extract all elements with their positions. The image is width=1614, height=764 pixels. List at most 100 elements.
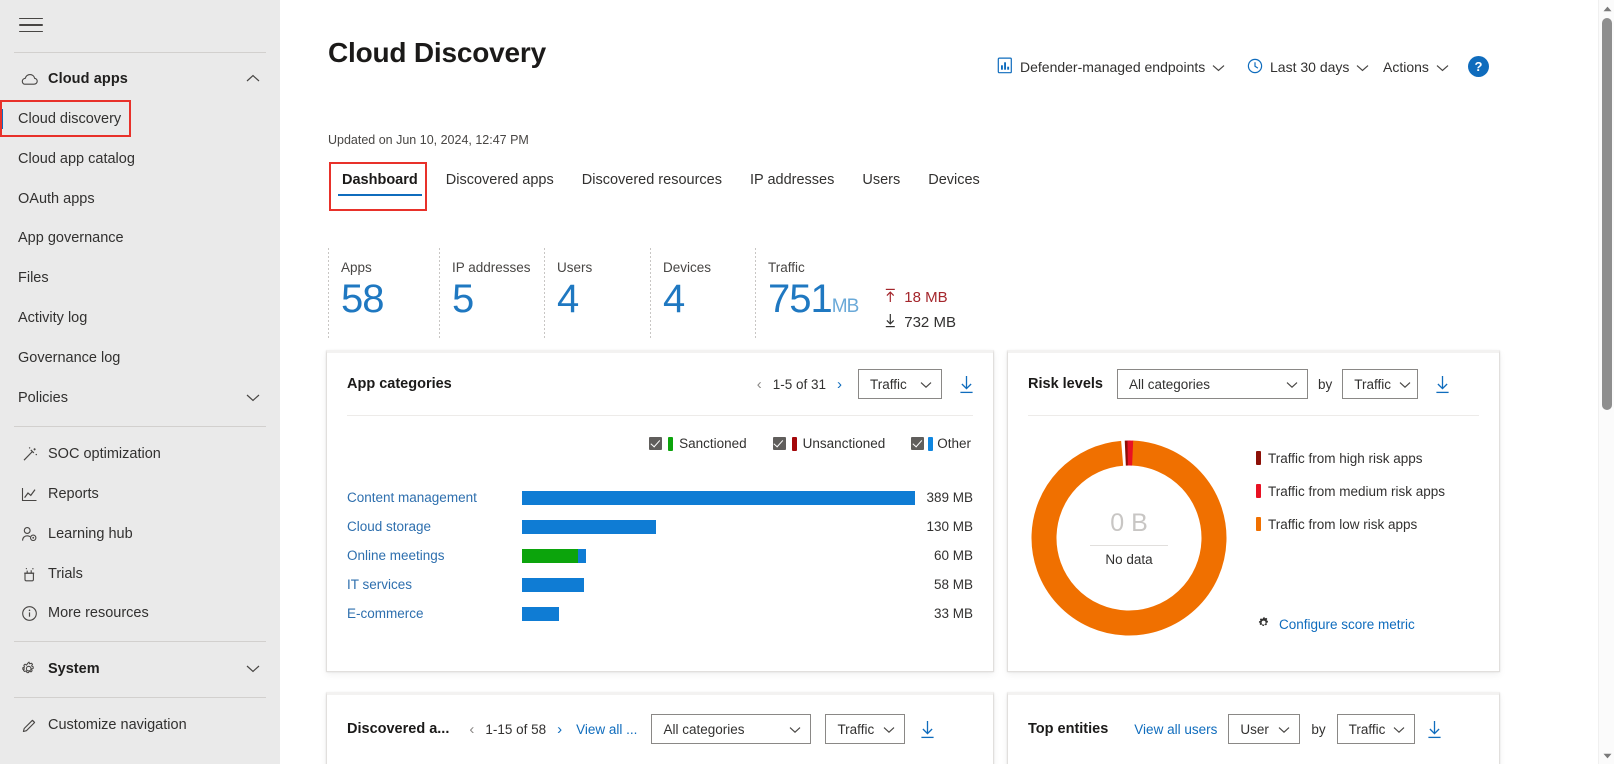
legend-label: Sanctioned <box>679 436 747 451</box>
sidebar-item-cloud-app-catalog[interactable]: Cloud app catalog <box>0 142 280 176</box>
bar-category-label[interactable]: IT services <box>347 577 522 592</box>
sidebar-item-policies[interactable]: Policies <box>0 381 280 415</box>
bar-category-label[interactable]: Content management <box>347 490 522 505</box>
sidebar-item-learning-hub[interactable]: Learning hub <box>0 517 280 551</box>
actions-button[interactable]: Actions <box>1383 54 1449 80</box>
bar-value-label: 389 MB <box>926 490 973 505</box>
tab-ip-addresses[interactable]: IP addresses <box>736 168 848 200</box>
top-entities-view-all-link[interactable]: View all users <box>1134 722 1217 737</box>
discovered-apps-metric-select[interactable]: Traffic <box>825 714 906 744</box>
main-content: Cloud Discovery Defender-managed endpoin… <box>280 0 1598 764</box>
traffic-breakdown: 18 MB 732 MB <box>884 248 956 338</box>
sidebar-divider <box>14 52 266 53</box>
legend-item-other[interactable]: Other <box>911 436 971 451</box>
bar-segment-other <box>578 548 586 563</box>
top-entities-download-button[interactable] <box>1426 720 1443 739</box>
kpi-value: 4 <box>557 277 579 321</box>
risk-levels-metric-select[interactable]: Traffic <box>1342 369 1419 399</box>
sidebar-item-reports[interactable]: Reports <box>0 477 280 511</box>
discovered-apps-download-button[interactable] <box>919 720 936 739</box>
sidebar-item-governance-log[interactable]: Governance log <box>0 341 280 375</box>
sidebar-item-label: Cloud discovery <box>18 111 122 127</box>
bar-category-label[interactable]: Cloud storage <box>347 519 522 534</box>
discovered-apps-pager: ‹ 1-15 of 58 › <box>469 722 562 737</box>
legend-label: Traffic from high risk apps <box>1268 451 1423 466</box>
legend-checkbox[interactable] <box>649 437 663 450</box>
hamburger-line <box>19 17 43 20</box>
kpi-apps: Apps 58 <box>341 248 439 338</box>
risk-levels-download-button[interactable] <box>1434 375 1451 394</box>
risk-levels-donut-chart[interactable]: 0 B No data <box>1024 433 1234 643</box>
menu-toggle-button[interactable] <box>14 10 48 40</box>
sidebar-item-label: OAuth apps <box>18 191 95 207</box>
card-title: Risk levels <box>1028 376 1103 392</box>
scroll-down-button[interactable] <box>1599 747 1614 764</box>
pager-next-button[interactable]: › <box>837 377 842 392</box>
discovered-apps-category-select[interactable]: All categories <box>651 714 812 744</box>
legend-checkbox[interactable] <box>772 437 786 450</box>
kpi-value-unit: MB <box>831 296 859 317</box>
sidebar-item-files[interactable]: Files <box>0 261 280 295</box>
bar-category-label[interactable]: Online meetings <box>347 548 522 563</box>
actions-label: Actions <box>1383 59 1429 75</box>
bar-row[interactable]: Cloud storage 130 MB <box>347 512 973 541</box>
sidebar-item-activity-log[interactable]: Activity log <box>0 301 280 335</box>
risk-legend-item-low: Traffic from low risk apps <box>1256 514 1446 535</box>
download-arrow-icon <box>884 313 897 332</box>
scrollbar-thumb[interactable] <box>1602 18 1612 410</box>
date-range-button[interactable]: Last 30 days <box>1247 54 1369 80</box>
tab-users[interactable]: Users <box>848 168 914 200</box>
sidebar-item-customize-navigation[interactable]: Customize navigation <box>0 708 280 742</box>
discovered-apps-view-all-link[interactable]: View all ... <box>576 722 637 737</box>
kpi-divider <box>755 248 756 338</box>
bar-row[interactable]: E-commerce 33 MB <box>347 599 973 628</box>
kpi-label: Traffic <box>768 260 805 275</box>
pager-prev-button[interactable]: ‹ <box>469 722 474 737</box>
legend-item-unsanctioned[interactable]: Unsanctioned <box>772 436 885 451</box>
gear-icon <box>1256 615 1271 633</box>
sidebar-item-cloud-discovery[interactable]: Cloud discovery <box>0 102 280 136</box>
sidebar-item-system[interactable]: System <box>0 652 280 686</box>
pager-prev-button[interactable]: ‹ <box>757 377 762 392</box>
tab-discovered-resources[interactable]: Discovered resources <box>568 168 736 200</box>
sidebar-group-cloud-apps[interactable]: Cloud apps <box>0 62 280 96</box>
kpi-divider <box>328 248 329 338</box>
scroll-up-button[interactable] <box>1599 0 1614 17</box>
select-value: User <box>1240 721 1269 737</box>
legend-checkbox[interactable] <box>911 437 925 450</box>
sidebar-item-trials[interactable]: Trials <box>0 557 280 591</box>
help-circle-icon[interactable]: ? <box>1468 56 1489 77</box>
risk-levels-by-label: by <box>1317 376 1333 392</box>
traffic-upload-value: 18 MB <box>904 289 948 306</box>
sidebar-item-soc-optimization[interactable]: SOC optimization <box>0 437 280 471</box>
tab-discovered-apps[interactable]: Discovered apps <box>432 168 568 200</box>
top-entities-entity-select[interactable]: User <box>1228 714 1301 744</box>
kpi-divider <box>439 248 440 338</box>
tab-devices[interactable]: Devices <box>914 168 994 200</box>
configure-score-metric-link[interactable]: Configure score metric <box>1256 615 1415 633</box>
pager-next-button[interactable]: › <box>557 722 562 737</box>
sidebar-item-app-governance[interactable]: App governance <box>0 221 280 255</box>
legend-item-sanctioned[interactable]: Sanctioned <box>649 436 747 451</box>
risk-legend-item-medium: Traffic from medium risk apps <box>1256 481 1446 502</box>
vertical-scrollbar[interactable] <box>1598 0 1614 764</box>
bar-category-label[interactable]: E-commerce <box>347 606 522 621</box>
sidebar-item-more-resources[interactable]: More resources <box>0 596 280 630</box>
app-categories-metric-select[interactable]: Traffic <box>858 369 942 399</box>
chevron-down-icon <box>1278 722 1290 737</box>
discovered-apps-card: Discovered a... ‹ 1-15 of 58 › View all … <box>326 692 994 764</box>
sidebar-item-label: More resources <box>48 605 149 621</box>
bar-row[interactable]: Content management 389 MB <box>347 483 973 512</box>
risk-levels-category-select[interactable]: All categories <box>1116 369 1308 399</box>
bar-segment-other <box>522 490 915 505</box>
endpoints-filter-button[interactable]: Defender-managed endpoints <box>997 54 1225 80</box>
sidebar-item-oauth-apps[interactable]: OAuth apps <box>0 182 280 216</box>
tab-dashboard[interactable]: Dashboard <box>328 168 432 200</box>
bar-row[interactable]: IT services 58 MB <box>347 570 973 599</box>
bar-row[interactable]: Online meetings 60 MB <box>347 541 973 570</box>
kpi-value: 4 <box>663 277 685 321</box>
kpi-value: 58 <box>341 277 385 321</box>
top-entities-metric-select[interactable]: Traffic <box>1336 714 1415 744</box>
app-categories-download-button[interactable] <box>958 375 975 394</box>
kpi-traffic: Traffic 751MB <box>768 248 870 338</box>
